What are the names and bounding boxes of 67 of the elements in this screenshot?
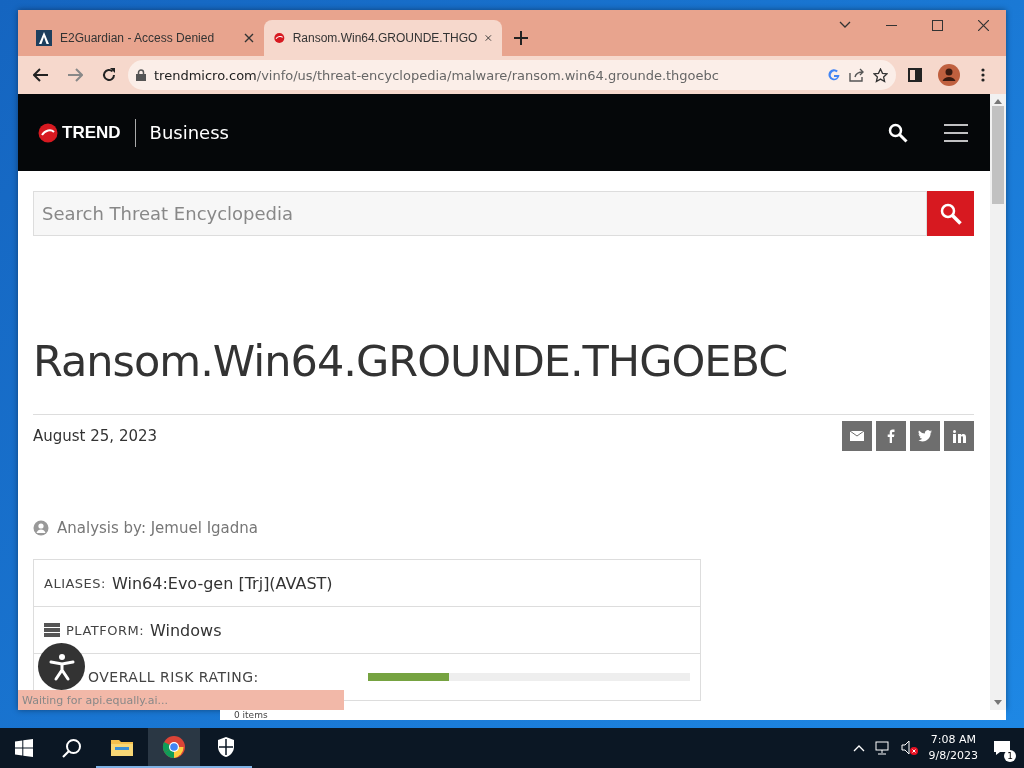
minimize-icon[interactable] bbox=[885, 24, 897, 26]
status-bubble: Waiting for api.equally.ai... bbox=[18, 690, 344, 710]
server-icon bbox=[44, 623, 60, 637]
browser-tab[interactable]: E2Guardian - Access Denied bbox=[26, 20, 264, 56]
trend-logo-icon bbox=[274, 30, 285, 46]
search-field[interactable]: Search Threat Encyclopedia bbox=[33, 191, 927, 236]
search-icon bbox=[939, 202, 962, 225]
accessibility-button[interactable] bbox=[38, 643, 85, 690]
close-icon[interactable] bbox=[244, 33, 254, 43]
analysis-author: Analysis by: Jemuel Igadna bbox=[57, 519, 258, 537]
search-icon[interactable] bbox=[888, 122, 908, 143]
url-text: trendmicro.com/vinfo/us/threat-encyclopedia/malware/ransom.win64.grounde.thgoebc bbox=[154, 67, 720, 83]
twitter-icon bbox=[918, 430, 932, 442]
notification-count: 1 bbox=[1004, 750, 1016, 762]
address-bar[interactable]: trendmicro.com/vinfo/us/threat-encyclopedia/malware/ransom.win64.grounde.thgoebc bbox=[128, 60, 896, 90]
facebook-share-button[interactable] bbox=[876, 421, 906, 451]
maximize-icon[interactable] bbox=[931, 19, 943, 31]
chevron-down-icon[interactable] bbox=[839, 21, 851, 29]
scrollbar-thumb[interactable] bbox=[992, 106, 1004, 204]
user-icon bbox=[33, 520, 49, 536]
taskbar-app[interactable] bbox=[148, 728, 200, 768]
back-arrow-icon[interactable] bbox=[33, 68, 49, 82]
browser-tab[interactable]: Ransom.Win64.GROUNDE.THGO bbox=[264, 20, 502, 56]
lock-icon bbox=[136, 69, 146, 81]
linkedin-icon bbox=[952, 429, 966, 443]
publish-date: August 25, 2023 bbox=[33, 427, 159, 445]
reload-icon[interactable] bbox=[101, 67, 117, 83]
chevron-up-icon[interactable] bbox=[852, 744, 865, 752]
scroll-up-icon[interactable] bbox=[994, 98, 1002, 104]
facebook-icon bbox=[887, 429, 895, 443]
google-g-icon[interactable] bbox=[827, 68, 841, 82]
profile-avatar-icon[interactable] bbox=[938, 64, 960, 86]
folder-icon[interactable] bbox=[111, 738, 133, 756]
linkedin-share-button[interactable] bbox=[944, 421, 974, 451]
menu-icon[interactable] bbox=[944, 123, 968, 142]
search-button[interactable] bbox=[927, 191, 974, 236]
star-icon[interactable] bbox=[873, 67, 888, 83]
page-title: Ransom.Win64.GROUNDE.THGOEBC bbox=[33, 336, 789, 386]
plus-icon[interactable] bbox=[514, 31, 528, 45]
section-title: Business bbox=[149, 122, 229, 143]
trend-logo-icon bbox=[38, 122, 58, 143]
letter-a-icon bbox=[36, 30, 52, 46]
forward-arrow-icon[interactable] bbox=[67, 68, 83, 82]
share-icon[interactable] bbox=[849, 68, 865, 82]
close-icon[interactable] bbox=[977, 19, 989, 31]
chrome-icon[interactable] bbox=[162, 735, 186, 759]
close-icon[interactable] bbox=[485, 33, 492, 43]
envelope-icon bbox=[850, 431, 864, 441]
scroll-down-icon[interactable] bbox=[994, 700, 1002, 706]
clock-time[interactable]: 7:08 AM bbox=[930, 732, 976, 748]
muted-speaker-icon[interactable] bbox=[900, 740, 919, 756]
detail-value: Windows bbox=[150, 620, 222, 640]
search-icon[interactable] bbox=[62, 738, 82, 758]
detail-value: Win64:Evo-gen [Trj](AVAST) bbox=[111, 573, 333, 593]
network-icon[interactable] bbox=[874, 741, 891, 755]
side-panel-icon[interactable] bbox=[908, 68, 922, 82]
clock-date[interactable]: 9/8/2023 bbox=[928, 748, 978, 764]
logo-text: TREND bbox=[62, 122, 121, 143]
more-menu-icon[interactable] bbox=[981, 68, 985, 82]
twitter-share-button[interactable] bbox=[910, 421, 940, 451]
email-share-button[interactable] bbox=[842, 421, 872, 451]
detail-label: OVERALL RISK RATING: bbox=[88, 669, 259, 685]
explorer-status-bar: 0 items bbox=[220, 710, 1006, 720]
windows-start-icon[interactable] bbox=[15, 739, 33, 757]
shield-icon[interactable] bbox=[216, 736, 236, 758]
detail-label: PLATFORM: bbox=[66, 622, 145, 638]
detail-label: ALIASES: bbox=[44, 575, 106, 591]
